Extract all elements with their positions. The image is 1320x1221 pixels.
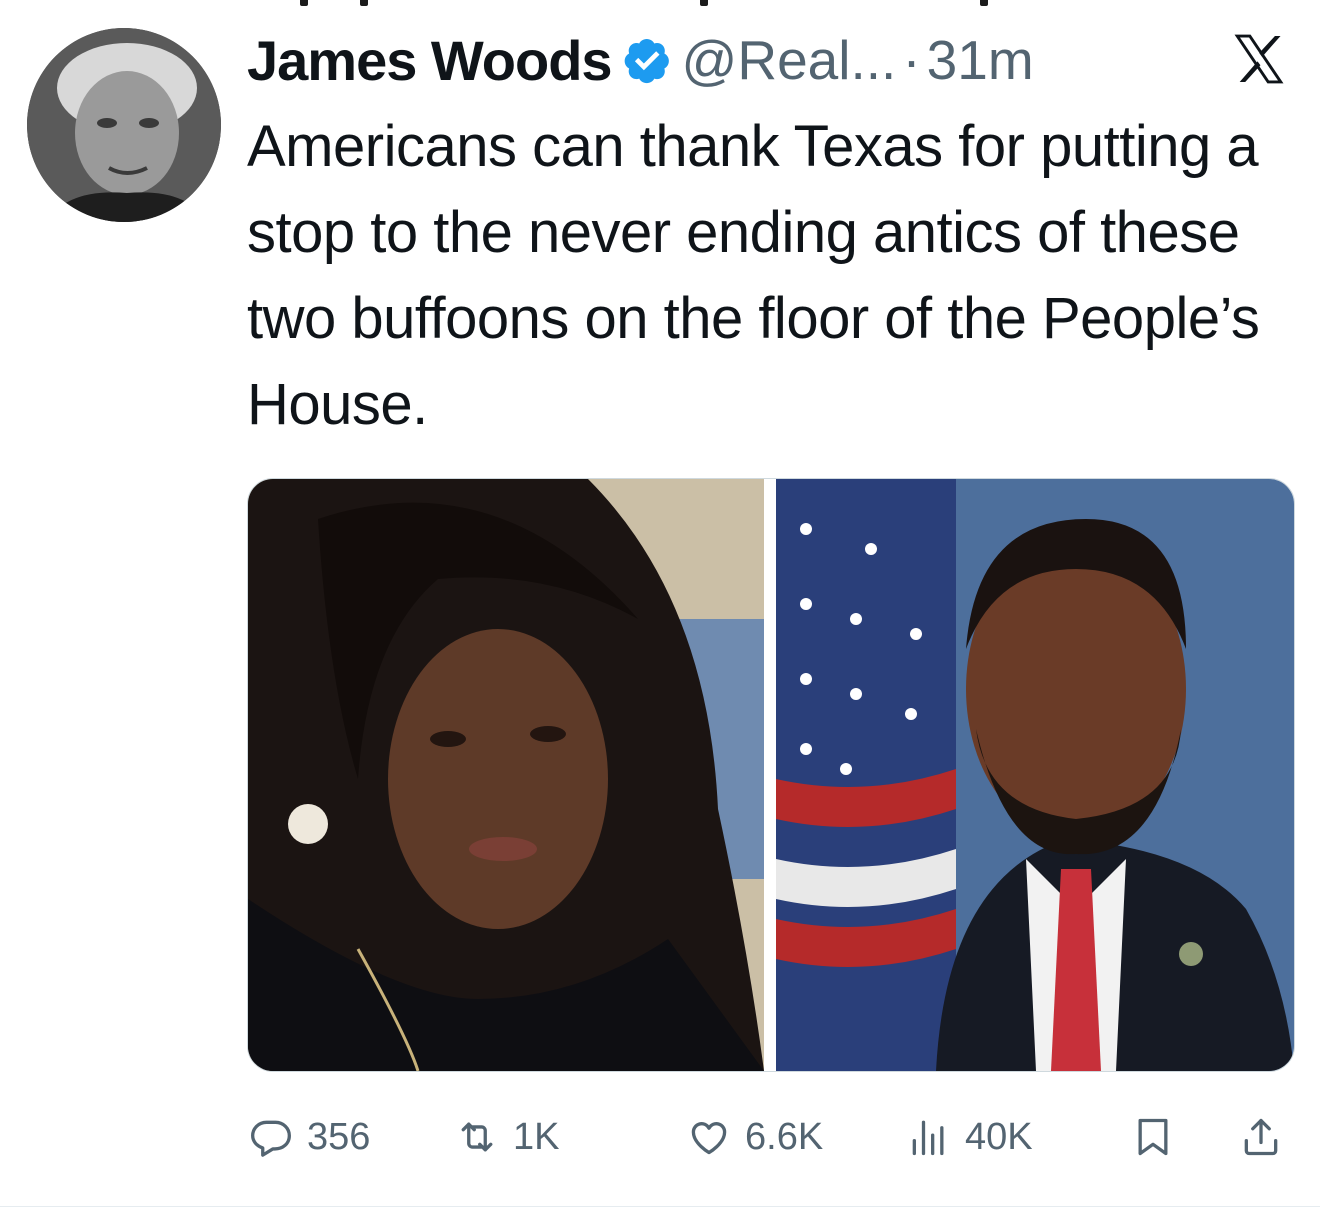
timestamp[interactable]: 31m: [927, 28, 1034, 92]
reply-count: 356: [307, 1115, 371, 1158]
like-button[interactable]: 6.6K: [687, 1100, 823, 1174]
verified-badge-icon: [622, 35, 672, 85]
media-photo-left[interactable]: [248, 479, 764, 1071]
media-photo-right[interactable]: [776, 479, 1294, 1071]
share-button[interactable]: [1239, 1100, 1283, 1174]
reply-button[interactable]: 356: [249, 1100, 370, 1174]
author-handle[interactable]: @Real...: [682, 28, 897, 92]
like-count: 6.6K: [745, 1115, 824, 1158]
tweet-media[interactable]: [247, 478, 1295, 1072]
views-count: 40K: [965, 1115, 1033, 1158]
share-icon: [1244, 1118, 1278, 1156]
media-gap: [764, 479, 776, 1071]
repost-icon: [461, 1122, 493, 1152]
tweet-actions-bar: 356 1K 6.6K 40K: [247, 1100, 1292, 1174]
previous-tweet-edge: [0, 0, 1320, 10]
repost-button[interactable]: 1K: [455, 1100, 559, 1174]
comment-icon: [251, 1120, 291, 1157]
repost-count: 1K: [513, 1115, 560, 1158]
tweet-text: Americans can thank Texas for putting a …: [247, 114, 1260, 437]
separator-dot: ·: [902, 29, 921, 91]
author-avatar[interactable]: [27, 28, 221, 222]
views-button[interactable]: 40K: [907, 1100, 1033, 1174]
bookmark-icon: [1138, 1118, 1168, 1156]
tweet-divider: [0, 1206, 1320, 1207]
x-logo-icon: [1230, 30, 1288, 88]
bookmark-button[interactable]: [1131, 1100, 1175, 1174]
views-chart-icon: [912, 1120, 944, 1156]
heart-icon: [691, 1122, 727, 1155]
author-name[interactable]: James Woods: [247, 28, 613, 93]
tweet-header: James Woods @Real... · 31m: [247, 22, 1034, 98]
